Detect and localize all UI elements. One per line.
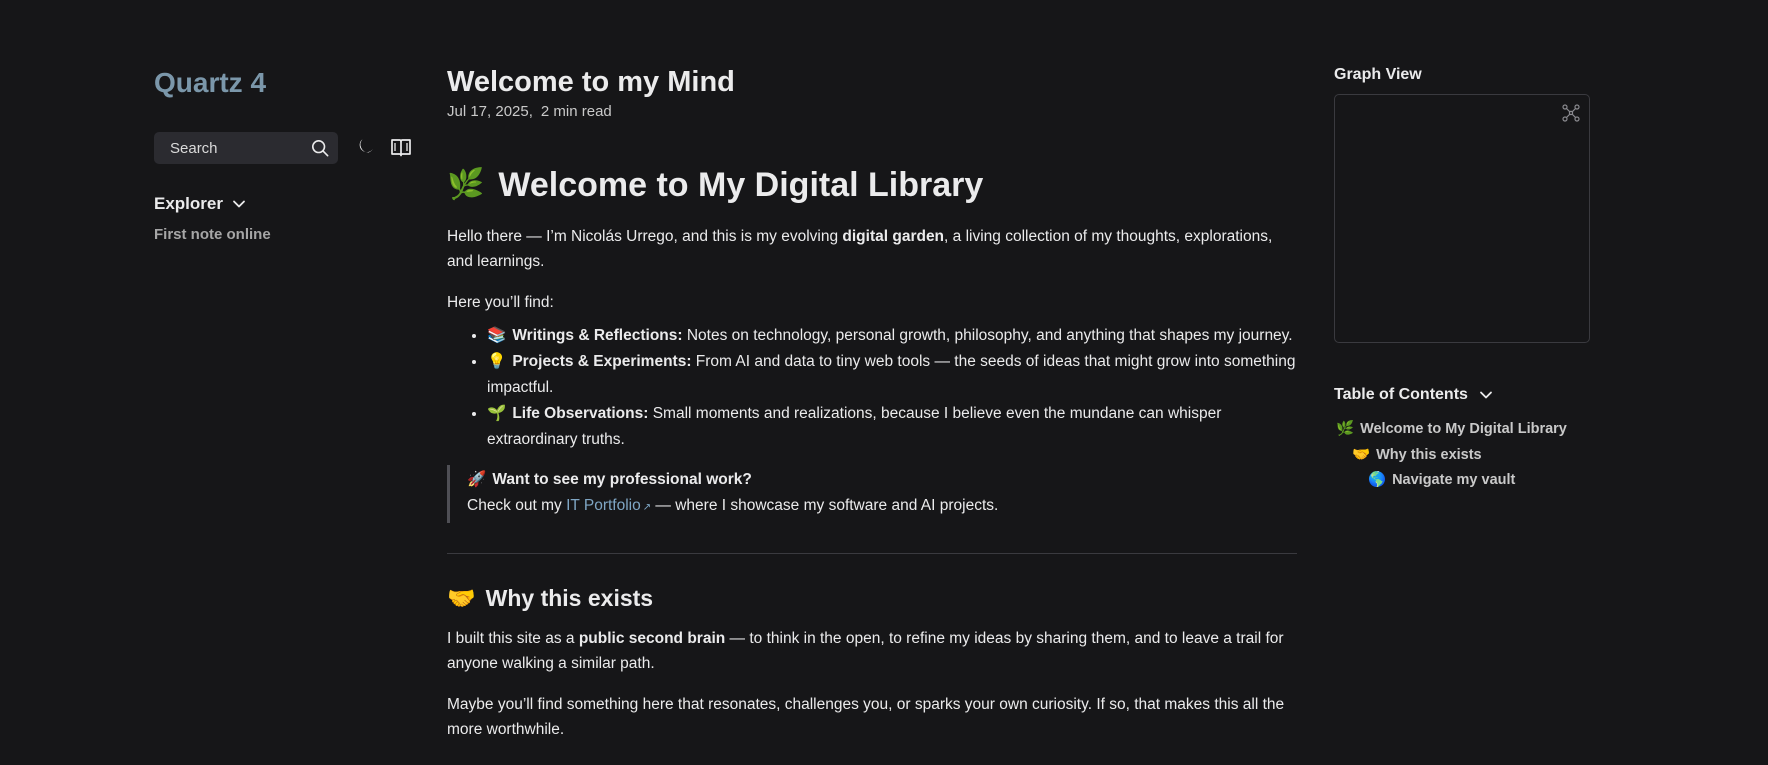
page-title: Welcome to my Mind (447, 66, 735, 98)
expand-graph-icon[interactable] (1561, 103, 1581, 123)
external-link-icon: ↗ (642, 502, 652, 513)
explorer-title: Explorer (154, 194, 223, 213)
find-label: Here you’ll find: (447, 294, 554, 311)
globe-icon: 🌎 (1368, 472, 1387, 488)
search-button[interactable]: Search (154, 132, 338, 164)
search-icon (311, 139, 329, 157)
toc-list: 🌿 Welcome to My Digital Library 🤝 Why this… (1334, 417, 1567, 494)
find-list: 📚 Writings & Reflections: Notes on techno… (447, 323, 1297, 453)
intro-paragraph: Hello there — I’m Nicolás Urrego, and th… (447, 224, 1297, 274)
list-item-title: Writings & Reflections: (512, 327, 683, 344)
intro-bold: digital garden (842, 228, 945, 245)
heading-welcome-text: Welcome to My Digital Library (498, 166, 984, 204)
handshake-icon: 🤝 (1352, 446, 1371, 463)
list-item-title: Projects & Experiments: (512, 353, 692, 370)
graph-view[interactable] (1334, 94, 1590, 343)
site-title[interactable]: Quartz 4 (154, 66, 266, 100)
portfolio-link-text: IT Portfolio (566, 497, 641, 514)
callout-title-text: Want to see my professional work? (492, 471, 752, 488)
callout-title: 🚀 Want to see my professional work? (467, 467, 1297, 493)
toc-item[interactable]: 🌎 Navigate my vault (1334, 468, 1567, 494)
graph-title: Graph View (1334, 66, 1422, 83)
intro-text: Hello there — I’m Nicolás Urrego, and th… (447, 228, 843, 245)
why-bold: public second brain (578, 630, 726, 647)
heading-welcome: 🌿 Welcome to My Digital Library (447, 162, 1297, 208)
bulb-icon: 💡 (487, 353, 507, 370)
herb-icon: 🌿 (447, 168, 485, 201)
callout-text-end: — where I showcase my software and AI pr… (651, 497, 999, 514)
reader-mode-toggle[interactable] (388, 134, 414, 160)
toc-item[interactable]: 🌿 Welcome to My Digital Library (1334, 417, 1567, 443)
why-text: I built this site as a (447, 630, 579, 647)
toc-title: Table of Contents (1334, 386, 1468, 403)
list-item: 💡Projects & Experiments: From AI and dat… (487, 349, 1297, 401)
book-icon (390, 137, 412, 157)
read-time: 2 min read (540, 103, 612, 120)
article-meta: Jul 17, 2025, 2 min read (447, 103, 612, 120)
article-body: 🌿 Welcome to My Digital Library Hello th… (447, 162, 1297, 758)
toc-item-label: Why this exists (1376, 446, 1482, 463)
toc-item-label: Navigate my vault (1392, 472, 1516, 488)
callout-body: Check out my IT Portfolio ↗ — where I sho… (467, 493, 1297, 521)
books-icon: 📚 (487, 327, 507, 344)
moon-icon (355, 137, 375, 157)
list-item: 📚 Writings & Reflections: Notes on techno… (487, 323, 1297, 349)
toc-item-label: Welcome to My Digital Library (1360, 421, 1567, 437)
chevron-down-icon (1478, 387, 1494, 403)
why-paragraph: I built this site as a public second bra… (447, 626, 1297, 676)
herb-icon: 🌿 (1336, 421, 1355, 437)
toc-item[interactable]: 🤝 Why this exists (1334, 443, 1567, 469)
handshake-icon: 🤝 (447, 585, 476, 611)
portfolio-callout: 🚀 Want to see my professional work? Check… (447, 465, 1297, 523)
search-label: Search (170, 139, 218, 157)
darkmode-toggle[interactable] (352, 134, 378, 160)
explorer-item[interactable]: First note online (154, 226, 271, 243)
list-item: 🌱Life Observations: Small moments and re… (487, 401, 1297, 453)
article-date: Jul 17, 2025, (447, 103, 533, 120)
explorer-toggle[interactable]: Explorer (154, 194, 247, 214)
callout-text: Check out my (467, 497, 567, 514)
rocket-icon: 🚀 (467, 471, 487, 488)
chevron-down-icon (231, 196, 247, 212)
seedling-icon: 🌱 (487, 405, 507, 422)
divider (447, 553, 1297, 554)
heading-why-text: Why this exists (485, 585, 654, 611)
portfolio-link[interactable]: IT Portfolio ↗ (566, 497, 651, 514)
list-item-text: Notes on technology, personal growth, ph… (682, 327, 1293, 344)
toc-toggle[interactable]: Table of Contents (1334, 386, 1494, 404)
maybe-paragraph: Maybe you’ll find something here that re… (447, 696, 1285, 738)
heading-why: 🤝 Why this exists (447, 582, 1297, 614)
list-item-title: Life Observations: (512, 405, 649, 422)
